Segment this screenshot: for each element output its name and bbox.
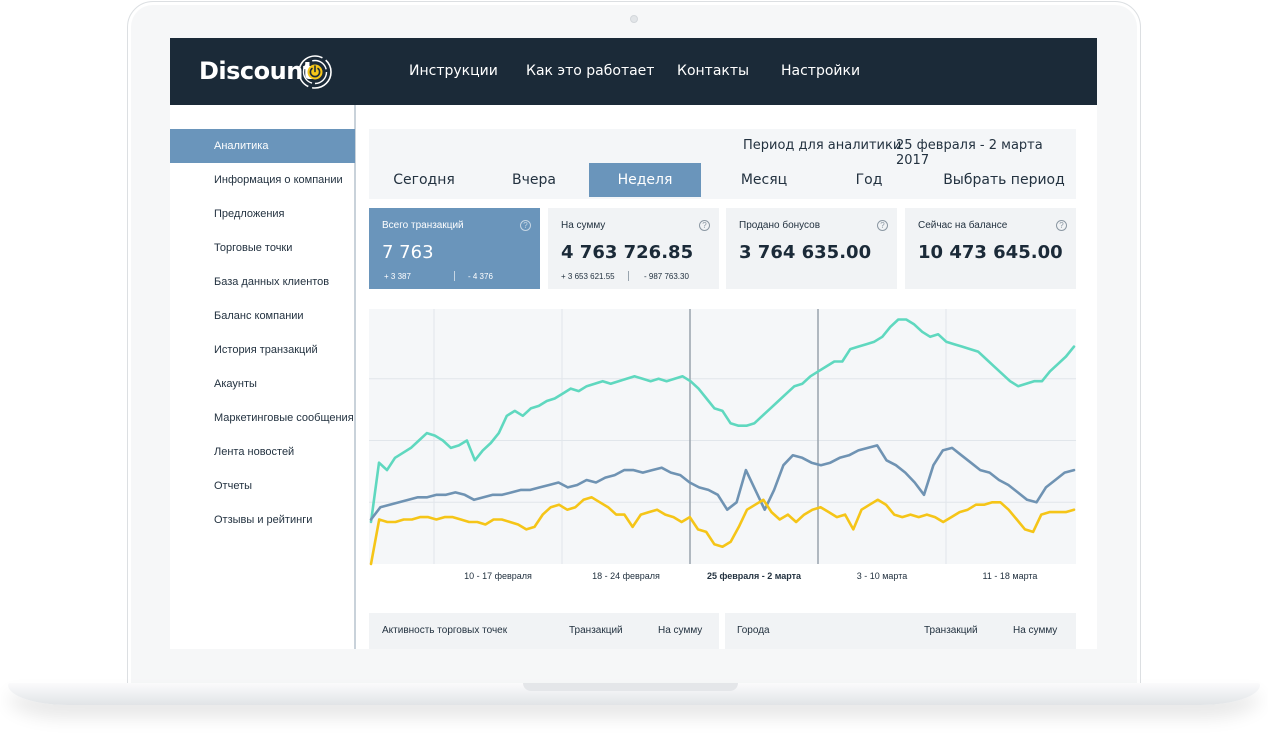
laptop-notch	[523, 683, 738, 691]
help-icon[interactable]: ?	[699, 220, 710, 231]
period-selector: Период для аналитики 25 февраля - 2 март…	[369, 129, 1076, 199]
stat-value: 3 764 635.00	[739, 242, 872, 263]
nav-settings[interactable]: Настройки	[781, 63, 860, 79]
tab-yesterday[interactable]: Вчера	[479, 163, 589, 197]
stat-value: 10 473 645.00	[918, 242, 1063, 263]
stat-label: Продано бонусов	[739, 220, 821, 231]
sidebar-item-company-info[interactable]: Информация о компании	[170, 163, 355, 197]
series-line-0	[369, 318, 1076, 524]
cities-table: Города Транзакций На сумму	[725, 613, 1076, 649]
help-icon[interactable]: ?	[1056, 220, 1067, 231]
laptop-mockup: Discount Инструкции Как это работает Кон…	[0, 0, 1268, 746]
sidebar-item-offers[interactable]: Предложения	[170, 197, 355, 231]
stat-label: Всего транзакций	[382, 220, 464, 231]
stat-plus: + 3 653 621.55	[561, 272, 615, 281]
stat-card-total-transactions[interactable]: Всего транзакций ? 7 763 + 3 387 - 4 376	[369, 208, 540, 289]
top-navbar: Discount Инструкции Как это работает Кон…	[170, 38, 1097, 105]
tab-year[interactable]: Год	[814, 163, 924, 197]
stat-divider	[454, 271, 455, 281]
column-header-sum[interactable]: На сумму	[658, 625, 702, 636]
tab-month[interactable]: Месяц	[709, 163, 819, 197]
sidebar-item-outlets[interactable]: Торговые точки	[170, 231, 355, 265]
stat-label: На сумму	[561, 220, 606, 231]
tab-today[interactable]: Сегодня	[369, 163, 479, 197]
series-line-2	[369, 496, 1076, 566]
stat-minus: - 4 376	[468, 272, 493, 281]
sidebar-item-news-feed[interactable]: Лента новостей	[170, 435, 355, 469]
sidebar-item-client-database[interactable]: База данных клиентов	[170, 265, 355, 299]
nav-instructions[interactable]: Инструкции	[409, 63, 498, 79]
sidebar-item-reports[interactable]: Отчеты	[170, 469, 355, 503]
help-icon[interactable]: ?	[877, 220, 888, 231]
stat-plus: + 3 387	[384, 272, 411, 281]
main-content: Период для аналитики 25 февраля - 2 март…	[358, 105, 1097, 649]
logo-icon[interactable]	[297, 54, 333, 90]
line-chart: 10 - 17 февраля 18 - 24 февраля 25 февраля…	[369, 309, 1076, 581]
stat-label: Сейчас на балансе	[918, 220, 1008, 231]
stat-value: 7 763	[382, 242, 434, 263]
stat-minus: - 987 763.30	[644, 272, 689, 281]
tab-custom-period[interactable]: Выбрать период	[939, 163, 1069, 197]
tab-week[interactable]: Неделя	[589, 163, 701, 197]
x-tick-label: 3 - 10 марта	[857, 571, 908, 581]
stat-card-bonuses-sold[interactable]: Продано бонусов ? 3 764 635.00	[726, 208, 897, 289]
sidebar-item-analytics[interactable]: Аналитика	[170, 129, 355, 163]
sidebar-item-accounts[interactable]: Акаунты	[170, 367, 355, 401]
sidebar-item-transaction-history[interactable]: История транзакций	[170, 333, 355, 367]
nav-contacts[interactable]: Контакты	[677, 63, 749, 79]
period-label: Период для аналитики	[743, 138, 902, 153]
x-tick-label: 25 февраля - 2 марта	[707, 571, 802, 581]
stat-value: 4 763 726.85	[561, 242, 694, 263]
x-tick-label: 11 - 18 марта	[983, 571, 1038, 581]
stat-divider	[628, 271, 629, 281]
outlets-activity-table: Активность торговых точек Транзакций На …	[369, 613, 719, 649]
app-screen: Discount Инструкции Как это работает Кон…	[170, 38, 1097, 649]
sidebar: Аналитика Информация о компании Предложе…	[170, 105, 356, 649]
column-header-transactions[interactable]: Транзакций	[924, 625, 978, 636]
camera-icon	[630, 15, 638, 23]
sidebar-item-company-balance[interactable]: Баланс компании	[170, 299, 355, 333]
table-title: Города	[737, 625, 770, 636]
analytics-chart[interactable]: 10 - 17 февраля 18 - 24 февраля 25 февраля…	[369, 309, 1076, 581]
x-tick-label: 18 - 24 февраля	[592, 571, 660, 581]
stat-card-current-balance[interactable]: Сейчас на балансе ? 10 473 645.00	[905, 208, 1076, 289]
help-icon[interactable]: ?	[520, 220, 531, 231]
x-tick-label: 10 - 17 февраля	[464, 571, 532, 581]
stat-card-sum[interactable]: На сумму ? 4 763 726.85 + 3 653 621.55 -…	[548, 208, 719, 289]
column-header-sum[interactable]: На сумму	[1013, 625, 1057, 636]
column-header-transactions[interactable]: Транзакций	[569, 625, 623, 636]
table-title: Активность торговых точек	[382, 625, 508, 636]
sidebar-item-reviews[interactable]: Отзывы и рейтинги	[170, 503, 355, 537]
nav-how-it-works[interactable]: Как это работает	[526, 63, 654, 79]
sidebar-item-marketing-messages[interactable]: Маркетинговые сообщения	[170, 401, 355, 435]
